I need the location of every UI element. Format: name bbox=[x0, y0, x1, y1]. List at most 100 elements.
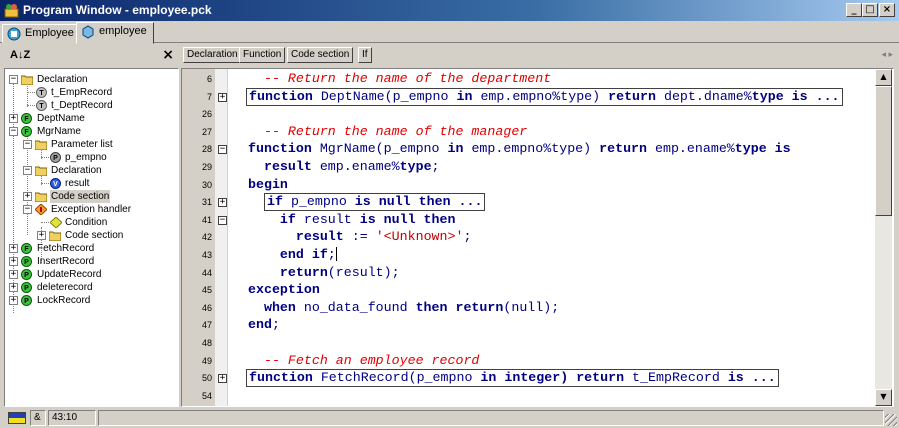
procedure-icon: P bbox=[21, 256, 32, 267]
code-line[interactable]: if p_empno is null then ... bbox=[264, 193, 486, 212]
code-token: if bbox=[267, 194, 291, 210]
nav-scroll-arrows[interactable]: ◂ ▸ bbox=[881, 49, 893, 60]
expand-fold-icon[interactable]: + bbox=[218, 198, 227, 208]
code-line[interactable]: result := '<Unknown>'; bbox=[248, 228, 472, 245]
code-token: := bbox=[351, 229, 376, 245]
line-number: 44 bbox=[201, 267, 212, 278]
code-line[interactable]: end if; bbox=[248, 246, 337, 263]
code-token: end bbox=[248, 317, 272, 333]
expand-toggle[interactable]: + bbox=[9, 270, 18, 279]
line-number: 49 bbox=[201, 355, 212, 366]
expand-fold-icon[interactable]: + bbox=[218, 374, 227, 384]
nav-declaration-button[interactable]: Declaration bbox=[183, 47, 242, 63]
code-token: DeptName(p_empno bbox=[320, 88, 457, 104]
code-token: if bbox=[248, 211, 304, 227]
collapse-toggle[interactable]: − bbox=[9, 75, 18, 84]
collapse-toggle[interactable]: − bbox=[23, 205, 32, 214]
variable-icon: V bbox=[50, 178, 61, 189]
line-number: 42 bbox=[201, 232, 212, 243]
status-message bbox=[98, 410, 884, 426]
folder-icon bbox=[35, 192, 47, 202]
code-line[interactable]: result emp.ename%type; bbox=[248, 158, 440, 175]
nav-function-button[interactable]: Function bbox=[239, 47, 286, 63]
collapse-toggle[interactable]: − bbox=[23, 140, 32, 149]
code-token: return bbox=[599, 141, 655, 157]
code-line[interactable]: exception bbox=[248, 281, 320, 298]
line-number: 43 bbox=[201, 250, 212, 260]
collapse-fold-icon[interactable]: − bbox=[218, 215, 227, 225]
tab-employee-spec[interactable]: Employee bbox=[2, 24, 81, 43]
code-token: return bbox=[248, 264, 328, 280]
tab-label: Employee bbox=[25, 27, 74, 39]
package-spec-icon bbox=[7, 27, 21, 41]
scroll-thumb[interactable] bbox=[875, 86, 892, 216]
object-tabs: Employee employee bbox=[0, 21, 899, 44]
status-cursor-position: 43:10 bbox=[48, 410, 96, 426]
code-line[interactable]: -- Fetch an employee record bbox=[248, 352, 479, 369]
code-token: MgrName(p_empno bbox=[319, 141, 448, 157]
code-token: no_data_found bbox=[303, 299, 416, 315]
function-icon: F bbox=[21, 243, 32, 254]
line-number: 27 bbox=[201, 126, 212, 137]
code-line[interactable]: begin bbox=[248, 176, 288, 193]
expand-toggle[interactable]: + bbox=[37, 231, 46, 240]
expand-fold-icon[interactable]: + bbox=[218, 92, 227, 102]
minimize-button[interactable]: _ bbox=[846, 3, 862, 17]
code-token: emp.empno%type) bbox=[480, 88, 609, 104]
parameter-icon: P bbox=[50, 152, 61, 163]
expand-toggle[interactable]: + bbox=[23, 192, 32, 201]
expand-toggle[interactable]: + bbox=[9, 257, 18, 266]
expand-toggle[interactable]: + bbox=[9, 283, 18, 292]
code-line[interactable]: -- Return the name of the department bbox=[248, 70, 551, 87]
line-number: 45 bbox=[201, 285, 212, 296]
structure-tree[interactable]: − Declaration T t_EmpRecord T t_DeptReco… bbox=[4, 68, 179, 407]
vertical-scrollbar[interactable]: ▲ ▼ bbox=[875, 69, 892, 406]
code-token: is ... bbox=[727, 370, 776, 386]
resize-grip-icon[interactable] bbox=[885, 414, 897, 426]
tab-employee-body[interactable]: employee bbox=[76, 22, 154, 44]
scroll-up-button[interactable]: ▲ bbox=[875, 69, 892, 86]
code-line[interactable]: function FetchRecord(p_empno in integer)… bbox=[246, 369, 779, 388]
type-icon: T bbox=[36, 100, 47, 111]
code-token: in bbox=[456, 88, 481, 104]
code-token: exception bbox=[248, 282, 320, 298]
code-line[interactable]: function MgrName(p_empno in emp.empno%ty… bbox=[248, 140, 791, 157]
title-bar[interactable]: Program Window - employee.pck _ □ × bbox=[0, 0, 899, 21]
scroll-down-button[interactable]: ▼ bbox=[875, 389, 892, 406]
code-line[interactable]: function DeptName(p_empno in emp.empno%t… bbox=[246, 87, 843, 106]
close-icon[interactable]: × bbox=[162, 47, 174, 63]
expand-toggle[interactable]: + bbox=[9, 296, 18, 305]
condition-icon bbox=[50, 217, 62, 228]
function-icon: F bbox=[21, 113, 32, 124]
line-number: 26 bbox=[201, 109, 212, 120]
sort-az-icon[interactable]: A↓Z bbox=[10, 49, 30, 61]
code-line[interactable]: when no_data_found then return(null); bbox=[248, 299, 559, 316]
collapse-toggle[interactable]: − bbox=[23, 166, 32, 175]
code-navigation-bar: Declaration Function Code section If ◂ ▸ bbox=[181, 46, 899, 66]
code-editor[interactable]: ▲ ▼ 6 -- Return the name of the departme… bbox=[181, 68, 894, 407]
code-line[interactable]: if result is null then bbox=[248, 211, 456, 228]
procedure-icon: P bbox=[21, 282, 32, 293]
expand-toggle[interactable]: + bbox=[9, 114, 18, 123]
line-number: 46 bbox=[201, 302, 212, 313]
expand-toggle[interactable]: + bbox=[9, 244, 18, 253]
collapse-toggle[interactable]: − bbox=[9, 127, 18, 136]
code-line[interactable]: return(result); bbox=[248, 264, 400, 281]
collapse-fold-icon[interactable]: − bbox=[218, 145, 227, 155]
code-token: begin bbox=[248, 176, 288, 192]
nav-if-button[interactable]: If bbox=[358, 47, 372, 63]
folder-icon bbox=[49, 231, 61, 241]
code-token: -- Fetch an employee record bbox=[248, 352, 480, 368]
code-assistant-pane: A↓Z × − Declaration T t_EmpRecord T t_De… bbox=[4, 46, 179, 407]
code-line[interactable]: end; bbox=[248, 316, 280, 333]
nav-code-section-button[interactable]: Code section bbox=[287, 47, 354, 63]
code-line[interactable]: -- Return the name of the manager bbox=[248, 123, 527, 140]
code-token: '<Unknown>' bbox=[375, 229, 464, 245]
line-number: 54 bbox=[201, 390, 212, 401]
close-button[interactable]: × bbox=[879, 3, 895, 17]
maximize-button[interactable]: □ bbox=[862, 3, 878, 17]
code-token: result bbox=[248, 229, 352, 245]
code-token: is null then bbox=[359, 211, 456, 227]
code-token: function bbox=[248, 141, 320, 157]
procedure-icon: P bbox=[21, 269, 32, 280]
